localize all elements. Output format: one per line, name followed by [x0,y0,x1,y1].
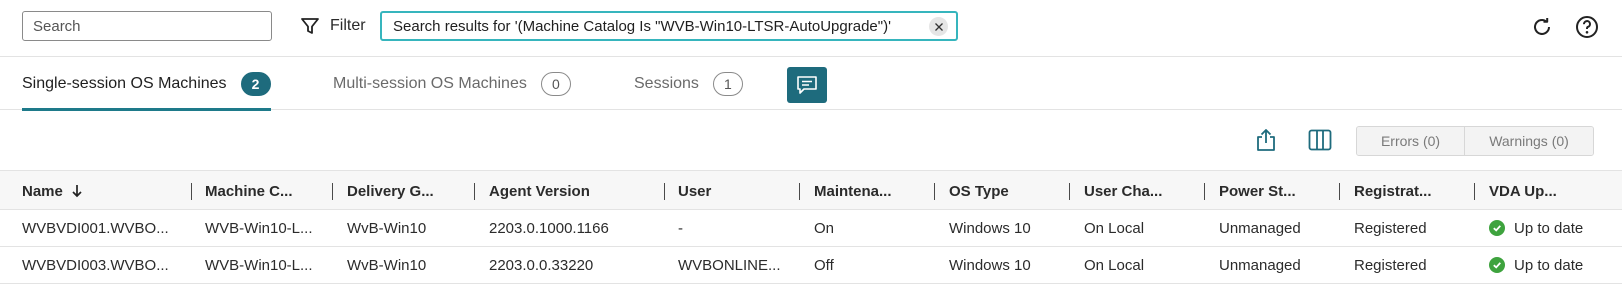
column-header-machine-catalog[interactable]: Machine C... [205,171,293,211]
cell-maintenance: Off [814,256,834,274]
warnings-button[interactable]: Warnings (0) [1464,127,1593,155]
cell-name: WVBVDI001.WVBO... [22,219,169,237]
cell-delivery-group: WvB-Win10 [347,219,427,237]
tab-label: Sessions [634,74,699,92]
active-filter-chip: Search results for '(Machine Catalog Is … [380,11,958,41]
alert-filter-group: Errors (0) Warnings (0) [1356,126,1594,156]
cell-machine-catalog: WVB-Win10-L... [205,219,313,237]
search-input[interactable] [22,11,272,41]
export-icon[interactable] [1252,126,1280,154]
vda-status-text: Up to date [1514,219,1584,237]
refresh-icon[interactable] [1529,14,1555,40]
tab-label: Single-session OS Machines [22,74,227,92]
count-badge: 1 [712,71,743,96]
cell-agent-version: 2203.0.0.33220 [489,256,594,274]
filter-label: Filter [330,17,366,34]
machine-tabs: Single-session OS Machines 2 Multi-sessi… [0,57,1622,111]
cell-user: - [678,219,683,237]
tab-label: Multi-session OS Machines [333,74,527,92]
cell-vda-upgrade: Up to date [1489,247,1583,283]
count-badge: 0 [540,71,571,96]
column-header-maintenance[interactable]: Maintena... [814,171,892,211]
cell-maintenance: On [814,219,835,237]
cell-os-type: Windows 10 [949,219,1031,237]
column-header-registration[interactable]: Registrat... [1354,171,1432,211]
column-resize-handle[interactable] [332,183,333,200]
check-circle-icon [1489,257,1505,273]
cell-agent-version: 2203.0.1000.1166 [489,219,609,237]
column-header-delivery-group[interactable]: Delivery G... [347,171,434,211]
column-resize-handle[interactable] [1474,183,1475,200]
cell-registration: Registered [1354,256,1427,274]
cell-user-changes: On Local [1084,219,1145,237]
cell-user-changes: On Local [1084,256,1145,274]
column-resize-handle[interactable] [1339,183,1340,200]
column-resize-handle[interactable] [934,183,935,200]
columns-icon[interactable] [1306,126,1334,154]
table-row[interactable]: WVBVDI001.WVBO... WVB-Win10-L... WvB-Win… [0,210,1622,247]
top-bar: Filter Search results for '(Machine Cata… [0,0,1622,57]
check-circle-icon [1489,220,1505,236]
tab-single-session[interactable]: Single-session OS Machines 2 [22,57,271,111]
funnel-icon [300,16,320,36]
cell-user: WVBONLINE... [678,256,781,274]
column-header-vda-upgrade[interactable]: VDA Up... [1489,171,1557,211]
cell-power-state: Unmanaged [1219,219,1301,237]
count-badge: 2 [240,71,271,96]
close-icon[interactable] [929,17,948,36]
column-resize-handle[interactable] [474,183,475,200]
column-header-os-type[interactable]: OS Type [949,171,1009,211]
cell-name: WVBVDI003.WVBO... [22,256,169,274]
table-row[interactable]: WVBVDI003.WVBO... WVB-Win10-L... WvB-Win… [0,247,1622,284]
cell-os-type: Windows 10 [949,256,1031,274]
column-header-user-changes[interactable]: User Cha... [1084,171,1162,211]
column-header-user[interactable]: User [678,171,711,211]
machines-table: Name Machine C... Delivery G... Agent Ve… [0,170,1622,284]
errors-button[interactable]: Errors (0) [1357,127,1464,155]
column-resize-handle[interactable] [191,183,192,200]
cell-registration: Registered [1354,219,1427,237]
column-header-name[interactable]: Name [22,171,83,211]
filter-button[interactable]: Filter [300,14,366,38]
chat-icon [796,75,818,95]
cell-power-state: Unmanaged [1219,256,1301,274]
column-resize-handle[interactable] [1069,183,1070,200]
column-header-agent-version[interactable]: Agent Version [489,171,590,211]
tab-multi-session[interactable]: Multi-session OS Machines 0 [333,57,571,110]
vda-status-text: Up to date [1514,256,1584,274]
cell-machine-catalog: WVB-Win10-L... [205,256,313,274]
arrow-down-icon [71,184,83,198]
column-header-power-state[interactable]: Power St... [1219,171,1296,211]
cell-vda-upgrade: Up to date [1489,210,1583,246]
help-icon[interactable] [1574,14,1600,40]
column-resize-handle[interactable] [799,183,800,200]
table-header: Name Machine C... Delivery G... Agent Ve… [0,170,1622,210]
filter-chip-text: Search results for '(Machine Catalog Is … [393,17,891,35]
tab-sessions[interactable]: Sessions 1 [634,57,743,110]
feedback-button[interactable] [787,67,827,103]
cell-delivery-group: WvB-Win10 [347,256,427,274]
column-resize-handle[interactable] [664,183,665,200]
column-resize-handle[interactable] [1204,183,1205,200]
